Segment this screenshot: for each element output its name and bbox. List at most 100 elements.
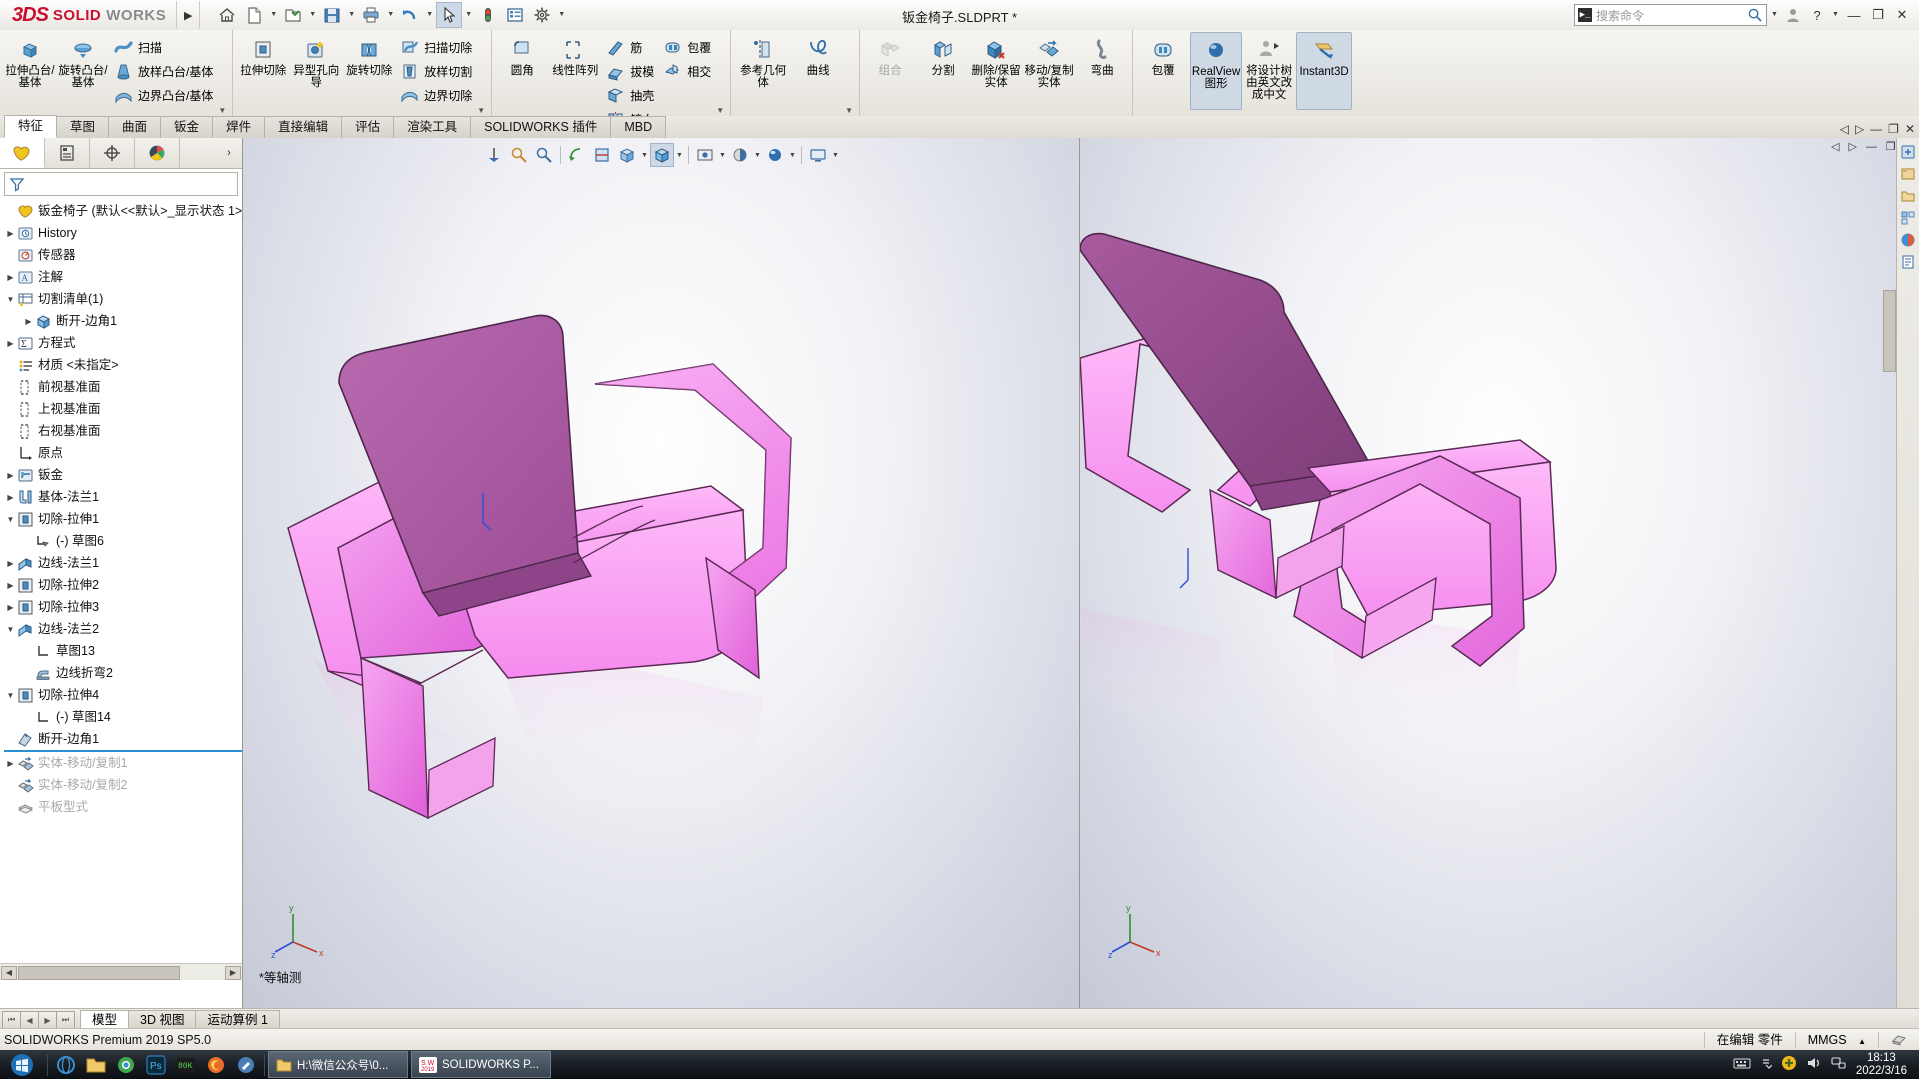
new-document-dropdown-icon[interactable]: ▼ xyxy=(268,2,279,28)
tree-expand-arrow-icon[interactable]: ▶ xyxy=(4,581,17,590)
close-button[interactable]: ✕ xyxy=(1891,3,1913,27)
scroll-left-arrow-icon[interactable]: ◀ xyxy=(1,966,17,980)
chrome-icon[interactable] xyxy=(111,1051,141,1078)
tree-node-16[interactable]: ▶ 边线-法兰1 xyxy=(4,552,242,574)
tab-prev-button[interactable]: ◀ xyxy=(20,1010,39,1030)
boundary-boss-button[interactable]: 边界凸台/基体 xyxy=(110,84,217,106)
tab-weldments[interactable]: 焊件 xyxy=(212,116,266,138)
tree-node-2[interactable]: 传感器 xyxy=(4,244,242,266)
revolve-boss-button[interactable]: 旋转凸台/基体 xyxy=(57,32,109,116)
tab-first-button[interactable]: ⏮ xyxy=(2,1010,21,1030)
sweep-button[interactable]: 扫描 xyxy=(110,36,217,58)
menu-expand-arrow-icon[interactable]: ▶ xyxy=(177,1,201,29)
tab-direct-editing[interactable]: 直接编辑 xyxy=(264,116,343,138)
tree-node-15[interactable]: (-) 草图6 xyxy=(4,530,242,552)
open-document-icon[interactable] xyxy=(280,2,306,28)
chair-model-left[interactable] xyxy=(243,138,1079,1008)
tree-node-25[interactable]: ▶ 实体-移动/复制1 xyxy=(4,752,242,774)
firefox-icon[interactable] xyxy=(201,1051,231,1078)
tree-node-11[interactable]: 原点 xyxy=(4,442,242,464)
property-manager-tab[interactable] xyxy=(45,138,90,168)
doc-close-button[interactable]: ✕ xyxy=(1905,122,1915,136)
bottom-tab-3dviews[interactable]: 3D 视图 xyxy=(128,1010,197,1029)
editor-icon[interactable]: 80K xyxy=(171,1051,201,1078)
wrap-button[interactable]: 包覆 xyxy=(659,36,715,58)
scroll-right-arrow-icon[interactable]: ▶ xyxy=(225,966,241,980)
user-profile-icon[interactable] xyxy=(1782,3,1804,27)
linear-pattern-button[interactable]: 线性阵列 xyxy=(549,32,601,116)
tree-scroll-thumb[interactable] xyxy=(18,966,180,980)
tree-node-12[interactable]: ▶ 钣金 xyxy=(4,464,242,486)
tree-node-14[interactable]: ▼ 切除-拉伸1 xyxy=(4,508,242,530)
feature-tree-tab[interactable] xyxy=(0,138,45,168)
tab-evaluate[interactable]: 评估 xyxy=(341,116,395,138)
tree-expand-arrow-icon[interactable]: ▶ xyxy=(4,229,17,238)
appearances-icon[interactable] xyxy=(1900,232,1916,248)
folder-icon[interactable] xyxy=(81,1051,111,1078)
browser-icon[interactable] xyxy=(51,1051,81,1078)
tree-node-26[interactable]: 实体-移动/复制2 xyxy=(4,774,242,796)
rib-button[interactable]: 筋 xyxy=(602,36,658,58)
tab-sketch[interactable]: 草图 xyxy=(56,116,110,138)
tree-expand-arrow-icon[interactable]: ▶ xyxy=(4,603,17,612)
tree-horizontal-scrollbar[interactable]: ◀ ▶ xyxy=(0,963,242,980)
search-dropdown-icon[interactable]: ▼ xyxy=(1769,2,1780,28)
tree-node-13[interactable]: ▶ 基体-法兰1 xyxy=(4,486,242,508)
flex-button[interactable]: 弯曲 xyxy=(1076,32,1128,116)
chair-model-right[interactable] xyxy=(1080,138,1919,1008)
hole-wizard-button[interactable]: 异型孔向导 xyxy=(290,32,342,116)
display-manager-tab[interactable] xyxy=(135,138,180,168)
status-overlay-icon[interactable] xyxy=(1878,1032,1919,1048)
fillet-button[interactable]: 圆角 xyxy=(496,32,548,116)
resources-icon[interactable] xyxy=(1900,144,1916,160)
tree-node-17[interactable]: ▶ 切除-拉伸2 xyxy=(4,574,242,596)
curve-button[interactable]: 曲线 xyxy=(792,32,844,116)
settings-gear-icon[interactable] xyxy=(529,2,555,28)
search-input[interactable]: ▶_ 搜索命令 xyxy=(1574,4,1767,26)
volume-icon[interactable] xyxy=(1806,1056,1822,1073)
tree-node-8[interactable]: 前视基准面 xyxy=(4,376,242,398)
print-dropdown-icon[interactable]: ▼ xyxy=(385,2,396,28)
tree-expand-arrow-icon[interactable]: ▶ xyxy=(22,317,35,326)
swept-cut-button[interactable]: 扫描切除 xyxy=(396,36,476,58)
configuration-manager-tab[interactable] xyxy=(90,138,135,168)
undo-icon[interactable] xyxy=(397,2,423,28)
start-button[interactable] xyxy=(0,1050,44,1079)
update-icon[interactable] xyxy=(1781,1055,1797,1074)
tree-node-9[interactable]: 上视基准面 xyxy=(4,398,242,420)
view-palette-icon[interactable] xyxy=(1900,210,1916,226)
tree-collapse-arrow-icon[interactable]: ▼ xyxy=(4,625,17,634)
tree-node-5[interactable]: ▶ 断开-边角1 xyxy=(4,310,242,332)
tab-surfaces[interactable]: 曲面 xyxy=(108,116,162,138)
settings-dropdown-icon[interactable]: ▼ xyxy=(556,2,567,28)
realview-button[interactable]: RealView图形 xyxy=(1190,32,1243,110)
tree-collapse-arrow-icon[interactable]: ▼ xyxy=(4,295,17,304)
tree-filter-input[interactable] xyxy=(4,172,238,196)
capture-icon[interactable] xyxy=(231,1051,261,1078)
tree-node-10[interactable]: 右视基准面 xyxy=(4,420,242,442)
photoshop-icon[interactable]: Ps xyxy=(141,1051,171,1078)
tree-expand-arrow-icon[interactable]: ▶ xyxy=(4,273,17,282)
graphics-area-left[interactable]: ▼ ▼ ▼ ▼ ▼ ▼ y x z *等轴测 xyxy=(243,138,1080,1008)
tree-language-button[interactable]: 将设计树由英文改成中文 xyxy=(1243,32,1295,116)
undo-dropdown-icon[interactable]: ▼ xyxy=(424,2,435,28)
tree-node-1[interactable]: ▶ History xyxy=(4,222,242,244)
tree-node-24[interactable]: 断开-边角1 xyxy=(4,728,242,750)
graphics-area-right[interactable]: ◁ ▷ — ❐ ✕ xyxy=(1080,138,1919,1008)
new-document-icon[interactable] xyxy=(241,2,267,28)
lofted-cut-button[interactable]: 放样切割 xyxy=(396,60,476,82)
intersect-button[interactable]: 相交 xyxy=(659,60,715,82)
network-icon[interactable] xyxy=(1831,1056,1847,1073)
taskbar-item-folder-window[interactable]: H:\微信公众号\0... xyxy=(268,1051,408,1078)
status-units-caret-icon[interactable]: ▲ xyxy=(1858,1037,1866,1046)
split-button[interactable]: 分割 xyxy=(917,32,969,116)
help-icon[interactable]: ? xyxy=(1806,3,1828,27)
tab-solidworks-addins[interactable]: SOLIDWORKS 插件 xyxy=(470,116,612,138)
tree-node-19[interactable]: ▼ 边线-法兰2 xyxy=(4,618,242,640)
tab-last-button[interactable]: ⏭ xyxy=(56,1010,75,1030)
shell-button[interactable]: 抽壳 xyxy=(602,84,658,106)
taskbar-clock[interactable]: 18:13 2022/3/16 xyxy=(1856,1052,1911,1078)
home-icon[interactable] xyxy=(214,2,240,28)
tree-node-7[interactable]: 材质 <未指定> xyxy=(4,354,242,376)
status-units[interactable]: MMGS ▲ xyxy=(1794,1032,1878,1048)
